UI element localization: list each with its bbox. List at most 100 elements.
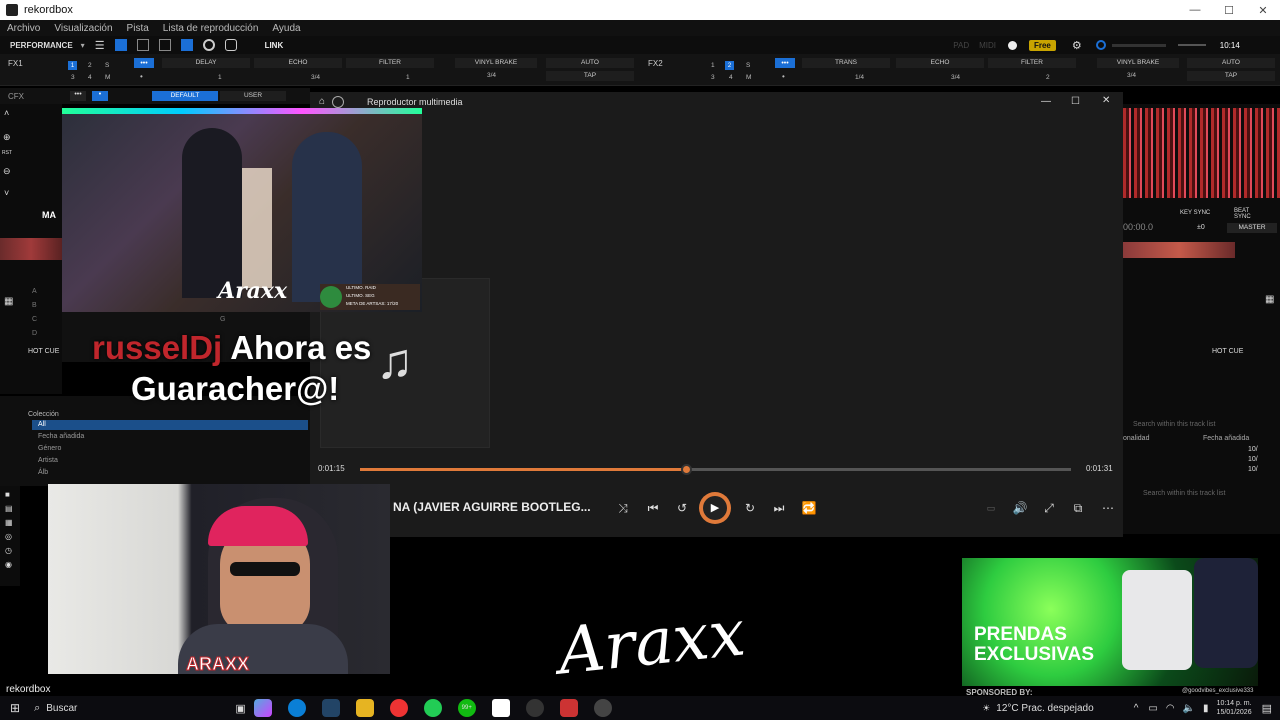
menu-pista[interactable]: Pista	[120, 23, 156, 34]
minimize-button[interactable]: —	[1041, 96, 1051, 107]
fx1-power-icon[interactable]: •	[140, 72, 143, 81]
next-icon[interactable]: ⏭	[771, 500, 787, 516]
sampler-icon[interactable]	[224, 39, 237, 51]
fx1-deck-4[interactable]: 4	[88, 74, 92, 81]
mixer-icon[interactable]	[180, 39, 193, 51]
track-row-date[interactable]: 10/	[1248, 466, 1258, 473]
zoom-out-icon[interactable]: ⊖	[3, 166, 11, 177]
record-icon[interactable]	[202, 39, 215, 51]
cue-g[interactable]: G	[220, 316, 225, 323]
wifi-icon[interactable]: ◠	[1166, 703, 1175, 714]
rewind-10-icon[interactable]: ↺	[674, 500, 690, 516]
track-row-date[interactable]: 10/	[1248, 446, 1258, 453]
grid-icon[interactable]: ▦	[4, 296, 13, 307]
menu-lista-reproduccion[interactable]: Lista de reproducción	[156, 23, 266, 34]
whatsapp-icon[interactable]: 99+	[457, 699, 476, 717]
mode-select[interactable]: PERFORMANCE	[10, 41, 73, 50]
captions-icon[interactable]: ▭	[983, 500, 999, 516]
obs-icon[interactable]	[491, 699, 510, 717]
miniplayer-icon[interactable]: ⧉	[1070, 500, 1086, 516]
maximize-button[interactable]: ☐	[1212, 4, 1246, 17]
history-icon[interactable]: ◷	[5, 546, 12, 555]
cue-b[interactable]: B	[32, 302, 37, 309]
record-icon[interactable]: ◉	[5, 560, 12, 569]
col-key[interactable]: onalidad	[1123, 435, 1149, 442]
store-icon[interactable]	[321, 699, 340, 717]
cfx-dots-button[interactable]: •••	[70, 91, 86, 101]
grid-icon[interactable]: ▦	[1265, 294, 1274, 305]
grid-icon[interactable]: ▦	[5, 518, 13, 527]
previous-icon[interactable]: ⏮	[645, 500, 661, 516]
search-icon[interactable]: ⌕	[34, 702, 40, 715]
rst-button[interactable]: RST	[2, 150, 12, 156]
cfx-user-tab[interactable]: USER	[220, 91, 286, 101]
search-input-2[interactable]: Search within this track list	[1143, 490, 1225, 497]
library-item-fecha[interactable]: Fecha añadida	[38, 433, 84, 440]
chrome-icon[interactable]	[389, 699, 408, 717]
fx1-deck-2[interactable]: 2	[88, 62, 92, 69]
chevron-down-icon[interactable]: ˅	[4, 188, 9, 198]
fx2-slot-1[interactable]: TRANS	[802, 58, 890, 68]
library-item-genero[interactable]: Género	[38, 445, 61, 452]
home-icon[interactable]: ⌂	[319, 96, 325, 107]
fx2-vinyl-brake[interactable]: VINYL BRAKE	[1097, 58, 1179, 68]
track-row-date[interactable]: 10/	[1248, 456, 1258, 463]
copilot-icon[interactable]	[253, 699, 272, 717]
windows-start-icon[interactable]: ⊞	[10, 701, 20, 715]
fx1-deck-1[interactable]: 1	[68, 61, 77, 70]
cue-d[interactable]: D	[32, 330, 37, 337]
fx2-deck-1[interactable]: 1	[711, 62, 715, 69]
close-button[interactable]: ✕	[1102, 95, 1110, 106]
library-row-all[interactable]: All	[32, 420, 308, 430]
fx1-deck-s[interactable]: S	[105, 62, 109, 69]
fx1-auto-button[interactable]: AUTO	[546, 58, 634, 68]
repeat-icon[interactable]: 🔁	[801, 500, 817, 516]
edge-icon[interactable]	[287, 699, 306, 717]
close-button[interactable]: ✕	[1246, 4, 1280, 17]
playlist-icon[interactable]: ▤	[5, 504, 13, 513]
fx1-deck-3[interactable]: 3	[71, 74, 75, 81]
cfx-default-tab[interactable]: DEFAULT	[152, 91, 218, 101]
volume-icon[interactable]: 🔈	[1183, 703, 1195, 714]
rekordbox-icon[interactable]	[525, 699, 544, 717]
fx2-power-icon[interactable]: •	[782, 72, 785, 81]
menu-ayuda[interactable]: Ayuda	[265, 23, 307, 34]
deck-2-waveform-overview[interactable]	[1123, 108, 1280, 198]
search-input-1[interactable]: Search within this track list	[1133, 421, 1215, 428]
cue-c[interactable]: C	[32, 316, 37, 323]
fx1-slot-3[interactable]: FILTER	[346, 58, 434, 68]
plan-badge[interactable]: Free	[1028, 39, 1056, 51]
menu-archivo[interactable]: Archivo	[0, 23, 47, 34]
chevron-up-icon[interactable]: ˄	[4, 108, 9, 118]
library-item-artista[interactable]: Artista	[38, 457, 58, 464]
task-view-icon[interactable]: ▣	[235, 702, 245, 715]
menu-visualizacion[interactable]: Visualización	[47, 23, 119, 34]
fx1-slot-2[interactable]: ECHO	[254, 58, 342, 68]
fx2-deck-s[interactable]: S	[746, 62, 750, 69]
more-options-icon[interactable]: ⋯	[1100, 500, 1116, 516]
app-icon[interactable]	[559, 699, 578, 717]
link-button[interactable]: LINK	[265, 41, 284, 50]
play-button[interactable]: ▶	[699, 492, 731, 524]
forward-30-icon[interactable]: ↻	[742, 500, 758, 516]
fx2-tap-button[interactable]: TAP	[1187, 71, 1275, 81]
weather-text[interactable]: 12°C Prac. despejado	[996, 703, 1093, 714]
fx2-deck-2[interactable]: 2	[725, 61, 734, 70]
tray-chevron-icon[interactable]: ^	[1134, 703, 1139, 714]
fx2-auto-button[interactable]: AUTO	[1187, 58, 1275, 68]
layout-1-icon[interactable]	[114, 39, 127, 51]
deck-1-waveform[interactable]	[0, 238, 62, 260]
cfx-power-button[interactable]: •	[92, 91, 108, 101]
fullscreen-icon[interactable]: ⤢	[1041, 500, 1057, 516]
notification-icon[interactable]: ▤	[1262, 702, 1272, 715]
master-volume-slider[interactable]	[1177, 44, 1206, 46]
library-item-album[interactable]: Álb	[38, 469, 48, 476]
beat-sync-button[interactable]: BEAT SYNC	[1234, 208, 1252, 220]
fx1-tap-button[interactable]: TAP	[546, 71, 634, 81]
fx2-deck-m[interactable]: M	[746, 74, 751, 81]
network-icon[interactable]: ▭	[1148, 703, 1157, 714]
clock[interactable]: 10:14 p. m. 15/01/2026	[1217, 699, 1252, 717]
midi-label[interactable]: MIDI	[979, 41, 996, 50]
zoom-in-icon[interactable]: ⊕	[3, 132, 11, 143]
chrome-profile-icon[interactable]	[423, 699, 442, 717]
